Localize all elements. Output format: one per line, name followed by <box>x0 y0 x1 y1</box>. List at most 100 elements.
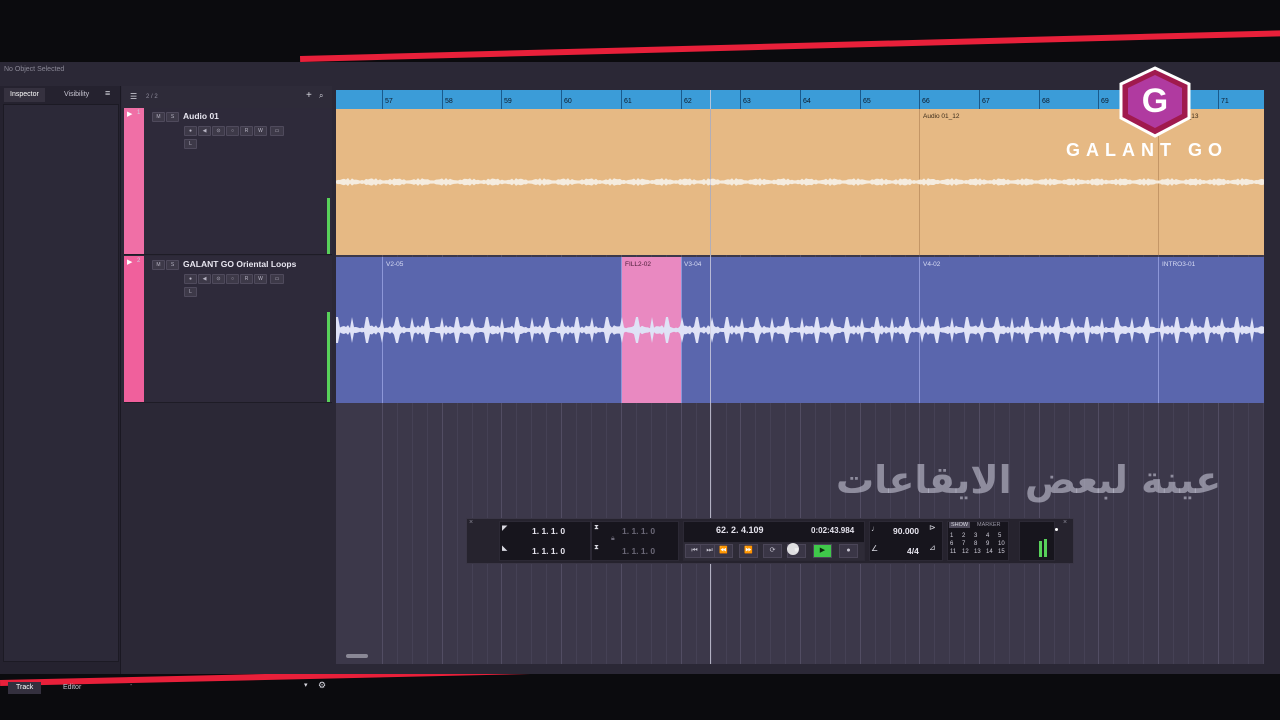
marker-button-2[interactable]: 2 <box>962 533 965 539</box>
expand-arrow-icon[interactable]: ▶ <box>127 258 132 266</box>
track-color-strip <box>124 108 144 254</box>
left-locator-icon[interactable]: ◤ <box>502 524 507 532</box>
record-enable-button[interactable]: ● <box>184 274 197 284</box>
settings-gear-icon[interactable]: ⚙ <box>318 680 326 691</box>
right-locator-value[interactable]: 1. 1. 1. 0 <box>532 546 565 556</box>
transport-close-right-icon[interactable]: × <box>1063 519 1067 526</box>
transport-close-icon[interactable]: × <box>469 519 473 526</box>
lane-button[interactable]: L <box>184 287 197 297</box>
marker-button-10[interactable]: 10 <box>998 541 1005 547</box>
top-red-stripe <box>300 29 1280 62</box>
bar-tick <box>979 90 980 109</box>
time-signature[interactable]: 4/4 <box>907 546 919 556</box>
mute-button[interactable]: M <box>152 260 165 270</box>
rewind-button[interactable]: ⏪ <box>714 544 733 558</box>
marker-button-1[interactable]: 1 <box>950 533 953 539</box>
logo-letter: G <box>1142 82 1168 120</box>
search-icon[interactable]: ⌕ <box>319 91 323 101</box>
track-number: 2 <box>137 258 141 264</box>
marker-button-3[interactable]: 3 <box>974 533 977 539</box>
expand-arrow-icon[interactable]: ▶ <box>127 110 132 118</box>
vertical-scrollbar[interactable] <box>1266 90 1274 664</box>
oriental-loops-lane[interactable]: V2-05 FILL2-02 V3-04 V4-02 INTRO3-01 <box>336 257 1264 403</box>
marker-button-8[interactable]: 8 <box>974 541 977 547</box>
lane-button[interactable]: L <box>184 139 197 149</box>
metronome-icon[interactable]: ♩ <box>871 524 879 533</box>
punch-out-icon[interactable]: ⧗ <box>594 544 599 552</box>
marker-button-4[interactable]: 4 <box>986 533 989 539</box>
left-locator-value[interactable]: 1. 1. 1. 0 <box>532 526 565 536</box>
position-bars[interactable]: 62. 2. 4.109 <box>716 525 764 535</box>
marker-button-5[interactable]: 5 <box>998 533 1001 539</box>
event-label-v4-02: V4-02 <box>923 261 941 268</box>
track-level-meter <box>327 198 330 254</box>
solo-button[interactable]: S <box>166 112 179 122</box>
tab-editor[interactable]: Editor <box>55 682 89 694</box>
bar-number: 61 <box>624 98 632 105</box>
click-icon[interactable]: ⊿ <box>929 543 936 552</box>
punch-in-icon[interactable]: ⧗ <box>594 524 599 532</box>
track-header-audio-01[interactable]: ▶ 1 Audio 01 M S ● ◀ ⊙ ○ R W ▭ L <box>124 108 332 255</box>
track-list-menu-icon[interactable]: ☰ <box>130 92 137 101</box>
filter-dropdown-icon[interactable]: ▾ <box>304 681 308 689</box>
marker-button-14[interactable]: 14 <box>986 549 993 555</box>
play-button[interactable]: ▶ <box>813 544 832 558</box>
track-name[interactable]: Audio 01 <box>183 111 219 121</box>
inspector-menu-icon[interactable]: ≡ <box>105 88 110 98</box>
marker-button-11[interactable]: 11 <box>950 549 956 555</box>
event-label-intro3-01: INTRO3-01 <box>1162 261 1196 268</box>
tab-visibility[interactable]: Visibility <box>58 88 95 102</box>
right-locator-icon[interactable]: ◣ <box>502 544 507 552</box>
sync-icon[interactable]: ⊳ <box>929 523 936 532</box>
record-button[interactable]: ● <box>839 544 858 558</box>
track-header-oriental-loops[interactable]: ▶ 2 GALANT GO Oriental Loops M S ● ◀ ⊙ ○… <box>124 256 332 403</box>
lanes-button[interactable]: ▭ <box>270 274 284 284</box>
punch-in-value[interactable]: 1. 1. 1. 0 <box>622 526 655 536</box>
output-meter-display <box>1019 521 1055 561</box>
tempo-track-icon[interactable]: ∠ <box>871 544 878 553</box>
add-track-icon[interactable]: + <box>306 90 312 101</box>
monitor-button[interactable]: ◀ <box>198 126 211 136</box>
horizontal-scrollbar[interactable] <box>346 654 368 658</box>
marker-tab[interactable]: MARKER <box>977 522 1001 528</box>
read-automation-button[interactable]: R <box>240 274 253 284</box>
mute-button[interactable]: M <box>152 112 165 122</box>
show-marker-tab[interactable]: SHOW <box>949 522 971 528</box>
edit-channel-button[interactable]: ○ <box>226 274 239 284</box>
timebase-button[interactable]: ⊙ <box>212 274 225 284</box>
position-time[interactable]: 0:02:43.984 <box>811 526 854 535</box>
tempo-value[interactable]: 90.000 <box>893 526 919 536</box>
tab-track[interactable]: Track <box>8 682 42 694</box>
monitor-button[interactable]: ◀ <box>198 274 211 284</box>
track-name[interactable]: GALANT GO Oriental Loops <box>183 259 296 269</box>
solo-button[interactable]: S <box>166 260 179 270</box>
transport-panel: × × ◤ ◣ 1. 1. 1. 0 1. 1. 1. 0 ⧗ ⧗ 🔒︎ 1. … <box>466 518 1074 564</box>
project-cursor[interactable] <box>710 90 711 664</box>
record-enable-button[interactable]: ● <box>184 126 197 136</box>
mouse-pointer <box>787 543 799 555</box>
tracklist-footer-dash: - <box>130 682 133 689</box>
read-automation-button[interactable]: R <box>240 126 253 136</box>
galant-go-logo-badge: G <box>1119 66 1191 138</box>
marker-button-15[interactable]: 15 <box>998 549 1005 555</box>
output-meter-right <box>1044 539 1047 557</box>
project-event-area[interactable]: 575859606162636465666768697071 Audio 01_… <box>336 90 1264 664</box>
bar-tick <box>621 90 622 109</box>
marker-button-13[interactable]: 13 <box>974 549 981 555</box>
bar-number: 63 <box>743 98 751 105</box>
edit-channel-button[interactable]: ○ <box>226 126 239 136</box>
punch-out-value[interactable]: 1. 1. 1. 0 <box>622 546 655 556</box>
lanes-button[interactable]: ▭ <box>270 126 284 136</box>
timebase-button[interactable]: ⊙ <box>212 126 225 136</box>
write-automation-button[interactable]: W <box>254 274 267 284</box>
bar-tick <box>1098 90 1099 109</box>
write-automation-button[interactable]: W <box>254 126 267 136</box>
tab-inspector[interactable]: Inspector <box>4 88 45 102</box>
marker-button-6[interactable]: 6 <box>950 541 953 547</box>
bar-number: 62 <box>684 98 692 105</box>
marker-button-7[interactable]: 7 <box>962 541 965 547</box>
fast-forward-button[interactable]: ⏩ <box>739 544 758 558</box>
cycle-button[interactable]: ⟳ <box>763 544 782 558</box>
marker-button-12[interactable]: 12 <box>962 549 969 555</box>
marker-button-9[interactable]: 9 <box>986 541 989 547</box>
